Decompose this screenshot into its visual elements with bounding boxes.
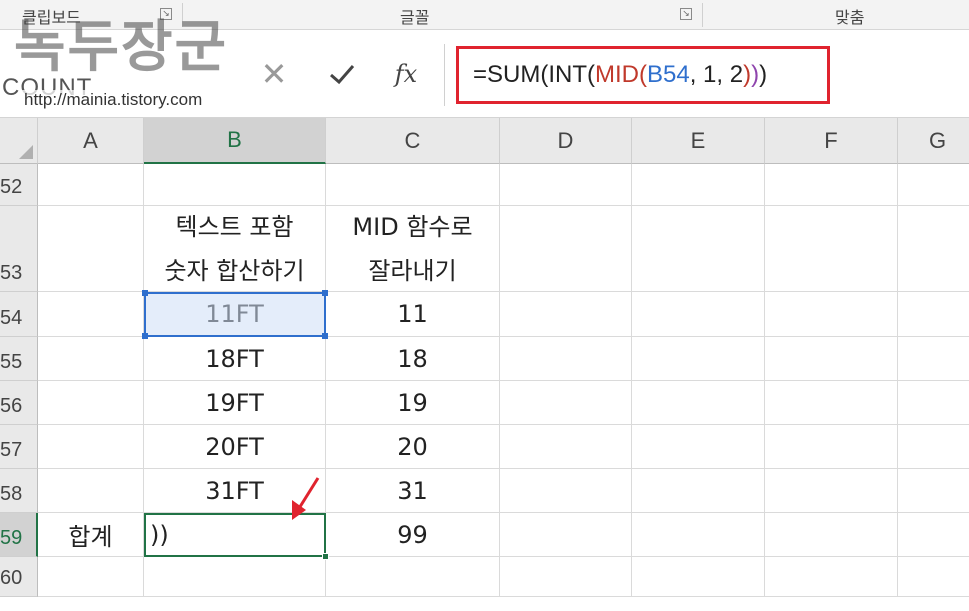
annotation-arrow-icon bbox=[292, 477, 320, 520]
